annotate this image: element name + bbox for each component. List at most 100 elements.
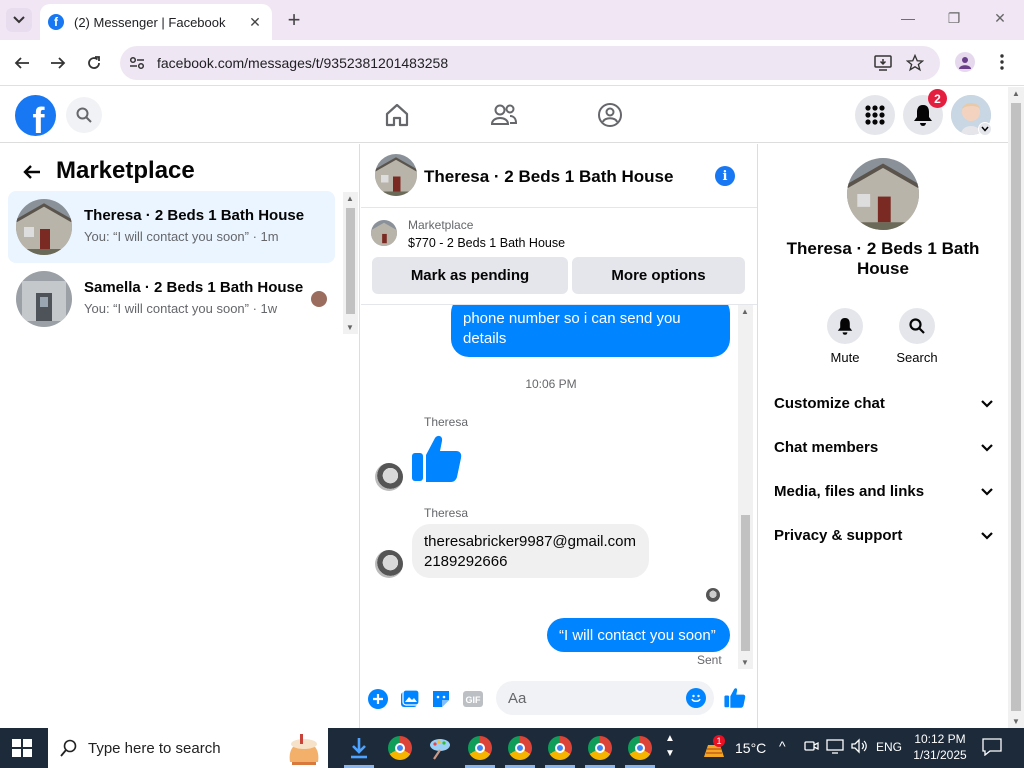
message-input[interactable]: Aa <box>496 681 714 715</box>
section-label: Media, files and links <box>774 483 925 500</box>
section-chat-members[interactable]: Chat members <box>774 437 994 461</box>
scroll-thumb[interactable] <box>1011 103 1021 711</box>
back-arrow-icon[interactable] <box>20 160 44 184</box>
maximize-icon[interactable]: ❐ <box>944 10 964 27</box>
mark-as-pending-button[interactable]: Mark as pending <box>372 257 568 294</box>
clock-date: 1/31/2025 <box>913 748 967 762</box>
scroll-thumb[interactable] <box>346 208 355 314</box>
more-options-button[interactable]: More options <box>572 257 745 294</box>
scroll-down-icon[interactable]: ▼ <box>346 323 354 332</box>
new-tab-icon[interactable]: + <box>282 7 306 32</box>
search-in-chat-button[interactable]: Search <box>887 308 947 365</box>
site-info-icon[interactable] <box>128 54 146 72</box>
scroll-up-icon[interactable]: ▲ <box>1012 89 1020 98</box>
bookmark-star-icon[interactable] <box>906 54 924 72</box>
language-indicator[interactable]: ENG <box>876 740 902 754</box>
profile-icon[interactable] <box>955 52 975 72</box>
friends-icon[interactable] <box>490 101 518 129</box>
temperature[interactable]: 15°C <box>735 740 766 756</box>
message-bubble-incoming: theresabricker9987@gmail.com 2189292666 <box>412 524 649 578</box>
emoji-icon[interactable] <box>686 688 706 708</box>
groups-icon[interactable] <box>596 101 624 129</box>
install-app-icon[interactable] <box>874 54 892 72</box>
chrome-icon[interactable] <box>546 734 574 762</box>
listing-price[interactable]: $770 - 2 Beds 1 Bath House <box>408 236 565 250</box>
message-timestamp: 10:06 PM <box>525 377 577 391</box>
read-receipt-avatar <box>706 588 720 602</box>
svg-text:GIF: GIF <box>466 695 482 705</box>
info-icon[interactable]: i <box>715 166 735 186</box>
scroll-up-icon[interactable]: ▲ <box>741 307 749 316</box>
search-icon <box>60 739 77 757</box>
plus-icon[interactable] <box>367 688 389 710</box>
chrome-icon[interactable] <box>626 734 654 762</box>
reload-icon[interactable] <box>83 52 105 74</box>
section-privacy-support[interactable]: Privacy & support <box>774 525 994 549</box>
conversation-item[interactable]: Samella · 2 Beds 1 Bath House You: “I wi… <box>8 263 335 335</box>
mute-label: Mute <box>830 350 860 365</box>
account-chevron-icon[interactable] <box>978 122 992 136</box>
taskbar-search[interactable]: Type here to search <box>48 728 328 768</box>
chat-scrollbar[interactable]: ▲ ▼ <box>738 305 753 669</box>
browser-tab[interactable]: f (2) Messenger | Facebook ✕ <box>40 4 272 40</box>
sticker-icon[interactable] <box>430 688 452 710</box>
network-icon[interactable] <box>826 738 844 757</box>
tab-list-icon[interactable] <box>6 8 32 32</box>
chat-header-avatar[interactable] <box>375 154 417 196</box>
page-scrollbar[interactable]: ▲ ▼ <box>1008 87 1024 728</box>
menu-kebab-icon[interactable] <box>994 52 1010 72</box>
windows-start-icon[interactable] <box>12 739 32 757</box>
search-icon[interactable] <box>66 97 102 133</box>
conversation-item[interactable]: Theresa · 2 Beds 1 Bath House You: “I wi… <box>8 191 335 263</box>
url-text: facebook.com/messages/t/9352381201483258 <box>157 55 449 71</box>
list-scrollbar[interactable]: ▲ ▼ <box>343 192 358 334</box>
menu-grid-icon[interactable] <box>855 95 895 135</box>
chrome-icon[interactable] <box>506 734 534 762</box>
download-icon[interactable] <box>345 734 373 762</box>
facebook-logo[interactable]: f <box>15 95 56 136</box>
taskbar-clock[interactable]: 10:12 PM 1/31/2025 <box>905 731 975 763</box>
section-media-files-links[interactable]: Media, files and links <box>774 481 994 505</box>
message-sender-name: Theresa <box>424 506 469 520</box>
send-thumbs-up-icon[interactable] <box>723 686 747 710</box>
close-tab-icon[interactable]: ✕ <box>246 14 264 31</box>
home-icon[interactable] <box>383 101 411 129</box>
section-customize-chat[interactable]: Customize chat <box>774 393 994 417</box>
scroll-thumb[interactable] <box>741 515 750 651</box>
chat-header-name[interactable]: Theresa · 2 Beds 1 Bath House <box>424 167 673 187</box>
message-input-placeholder: Aa <box>508 690 527 707</box>
forward-icon[interactable] <box>47 52 69 74</box>
image-icon[interactable] <box>399 688 421 710</box>
notification-center-icon[interactable] <box>982 738 1002 759</box>
back-icon[interactable] <box>11 52 33 74</box>
listing-source: Marketplace <box>408 218 474 232</box>
windows-taskbar: Type here to search ▲ ▼ 1 15°C ^ ENG 10:1… <box>0 728 1024 768</box>
chrome-icon[interactable] <box>386 734 414 762</box>
section-label: Customize chat <box>774 395 885 412</box>
minimize-icon[interactable]: — <box>898 10 918 26</box>
listing-thumbnail[interactable] <box>371 220 397 246</box>
conversation-name: Theresa · 2 Beds 1 Bath House <box>84 207 305 224</box>
tray-overflow-icon[interactable]: ^ <box>779 738 786 754</box>
mute-button[interactable]: Mute <box>815 308 875 365</box>
meet-icon[interactable] <box>803 738 819 757</box>
browser-toolbar: facebook.com/messages/t/9352381201483258 <box>0 40 1024 86</box>
message-bubble-outgoing: phone number so i can send you details <box>451 305 730 357</box>
chrome-icon[interactable] <box>586 734 614 762</box>
taskbar-scroll-icon[interactable]: ▲ ▼ <box>665 731 675 761</box>
close-window-icon[interactable]: ✕ <box>990 10 1010 27</box>
section-label: Chat members <box>774 439 879 456</box>
scroll-down-icon[interactable]: ▼ <box>741 658 749 667</box>
paint-icon[interactable] <box>426 734 454 762</box>
contact-avatar[interactable] <box>847 158 919 230</box>
thumbs-up-icon <box>411 433 463 485</box>
facebook-favicon: f <box>48 14 64 30</box>
volume-icon[interactable] <box>850 738 868 757</box>
message-bubble-outgoing: “I will contact you soon” <box>547 618 730 652</box>
scroll-down-icon[interactable]: ▼ <box>1012 717 1020 726</box>
address-bar[interactable]: facebook.com/messages/t/9352381201483258 <box>120 46 940 80</box>
gif-icon[interactable]: GIF <box>462 688 484 710</box>
scroll-up-icon[interactable]: ▲ <box>346 194 354 203</box>
conversation-name: Samella · 2 Beds 1 Bath House <box>84 279 304 296</box>
chrome-icon[interactable] <box>466 734 494 762</box>
